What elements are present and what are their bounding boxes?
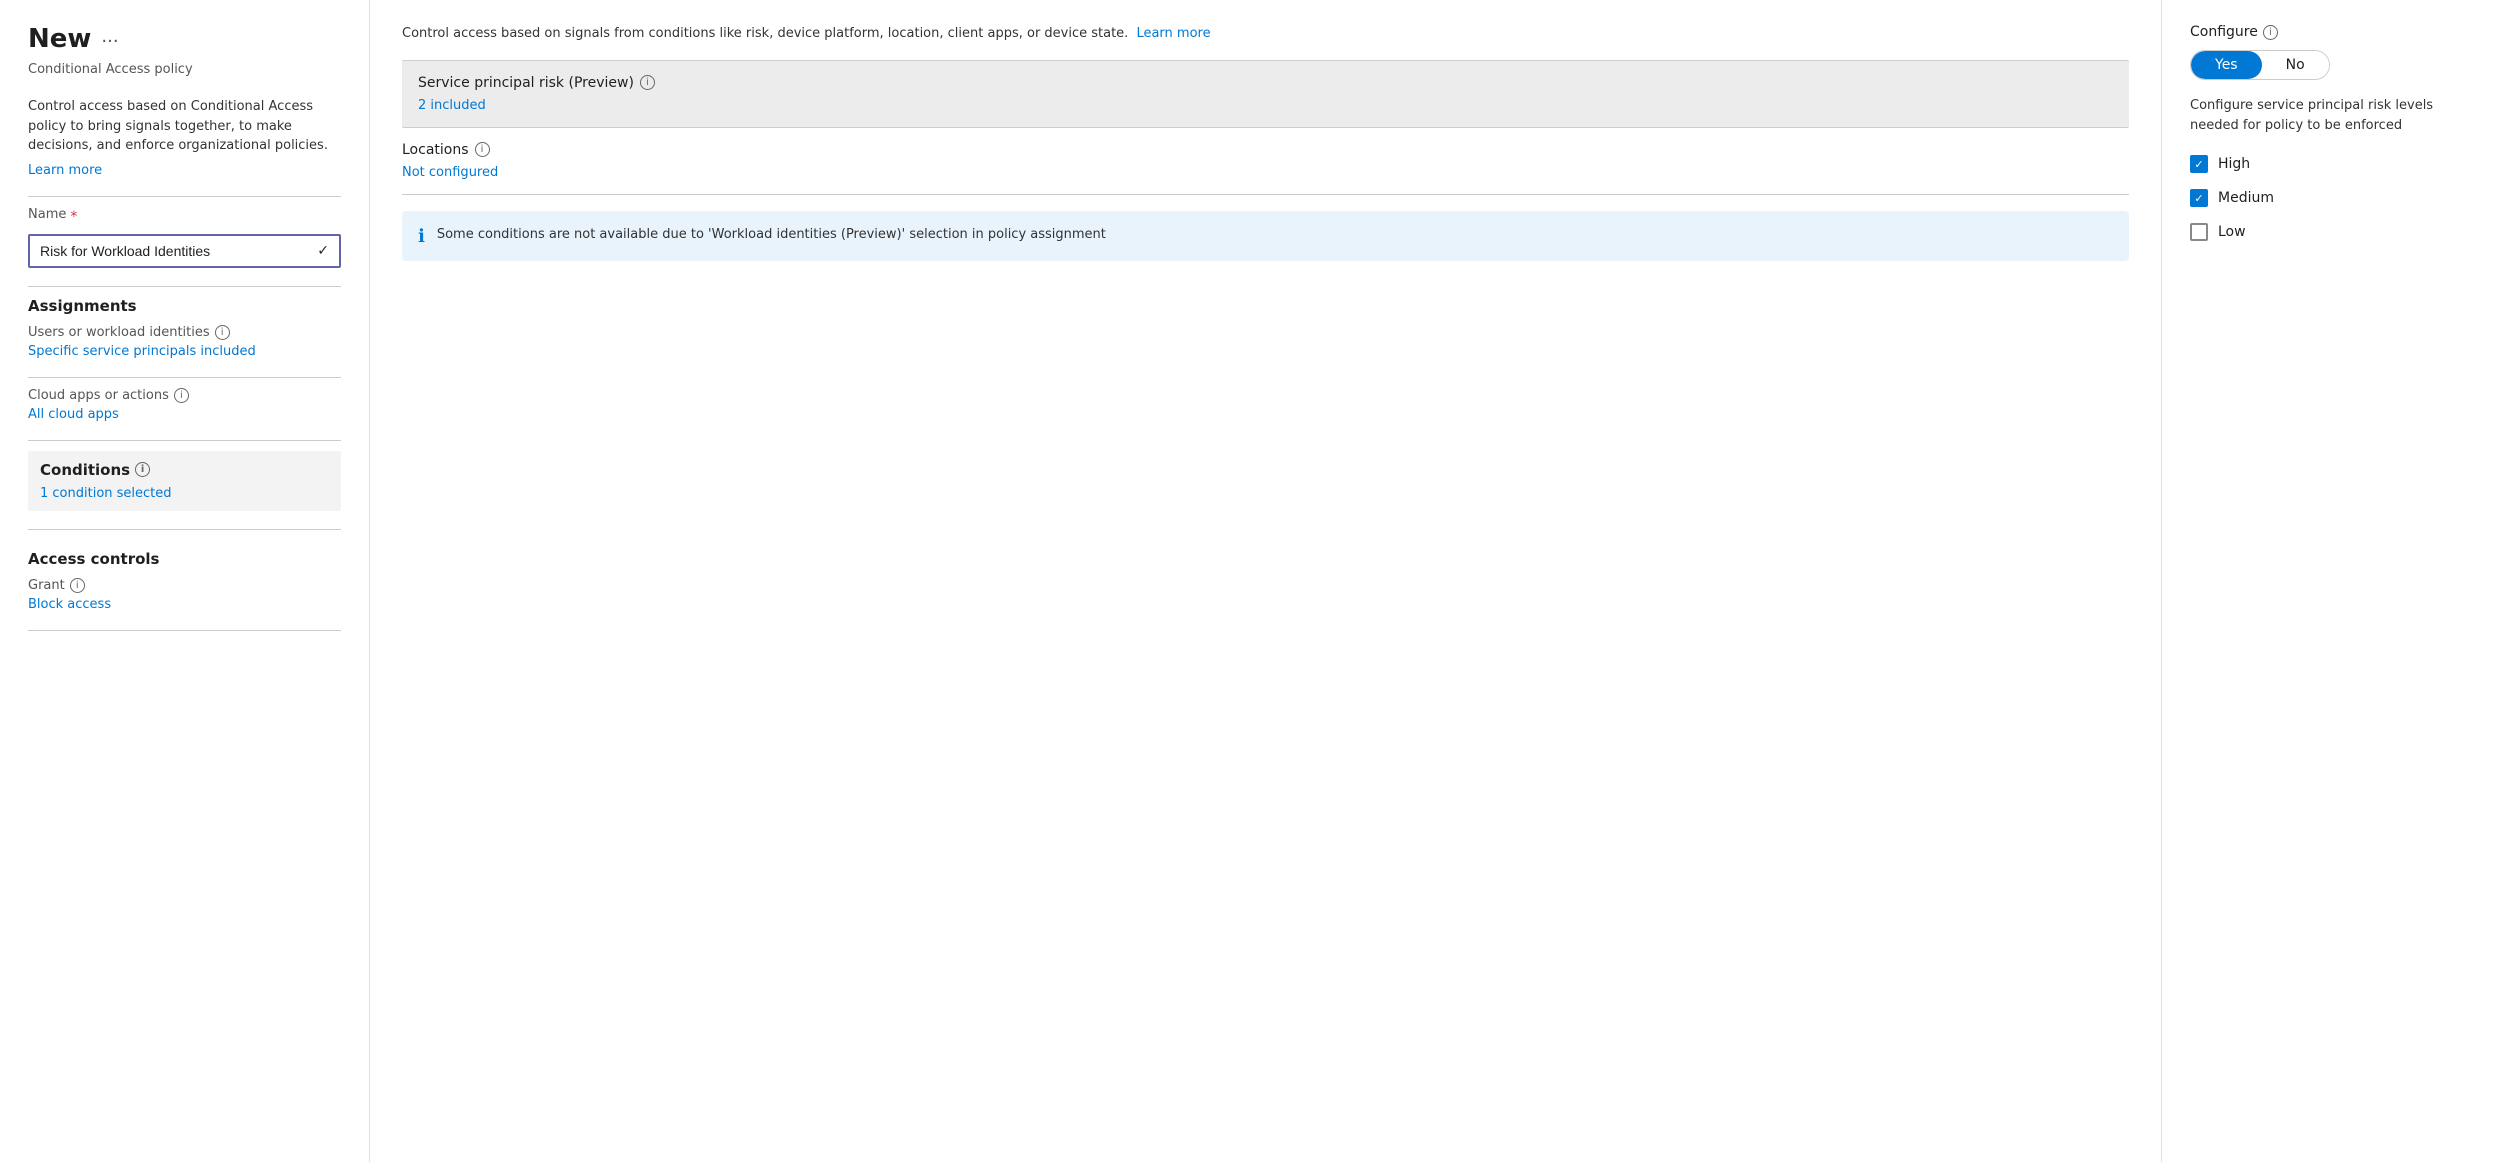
- name-label: Name: [28, 207, 66, 222]
- left-learn-more-link[interactable]: Learn more: [28, 163, 102, 178]
- configure-info-icon[interactable]: i: [2263, 25, 2278, 40]
- cloud-apps-label: Cloud apps or actions i: [28, 388, 341, 403]
- cloud-apps-info-icon[interactable]: i: [174, 388, 189, 403]
- page-title: New: [28, 24, 91, 54]
- toggle-yes-button[interactable]: Yes: [2191, 51, 2262, 79]
- name-required-star: *: [70, 209, 77, 225]
- low-label: Low: [2218, 224, 2246, 240]
- high-checkbox-row[interactable]: ✓ High: [2190, 155, 2474, 173]
- grant-value-link[interactable]: Block access: [28, 597, 341, 612]
- middle-learn-more-link[interactable]: Learn more: [1136, 26, 1210, 41]
- risk-level-checkboxes: ✓ High ✓ Medium ✓ Low: [2190, 155, 2474, 241]
- conditions-value: 1 condition selected: [40, 486, 172, 501]
- service-principal-risk-value[interactable]: 2 included: [418, 98, 486, 113]
- assignments-label: Assignments: [28, 297, 341, 315]
- high-checkbox-check: ✓: [2194, 158, 2203, 171]
- low-checkbox[interactable]: ✓: [2190, 223, 2208, 241]
- locations-info-icon[interactable]: i: [475, 142, 490, 157]
- check-icon: ✓: [317, 243, 329, 259]
- middle-panel: Control access based on signals from con…: [370, 0, 2162, 1162]
- users-info-icon[interactable]: i: [215, 325, 230, 340]
- medium-checkbox-check: ✓: [2194, 192, 2203, 205]
- page-options-icon[interactable]: ···: [101, 31, 118, 52]
- medium-checkbox[interactable]: ✓: [2190, 189, 2208, 207]
- configure-label-text: Configure: [2190, 24, 2258, 40]
- service-principal-risk-label: Service principal risk (Preview): [418, 75, 634, 91]
- conditions-label: Conditions: [40, 461, 130, 479]
- access-controls-label: Access controls: [28, 550, 341, 568]
- locations-label: Locations: [402, 142, 469, 158]
- right-panel: Configure i Yes No Configure service pri…: [2162, 0, 2502, 1162]
- configure-description: Configure service principal risk levels …: [2190, 96, 2474, 135]
- info-box: ℹ Some conditions are not available due …: [402, 211, 2129, 261]
- high-checkbox[interactable]: ✓: [2190, 155, 2208, 173]
- conditions-section[interactable]: Conditions i 1 condition selected: [28, 451, 341, 511]
- low-checkbox-row[interactable]: ✓ Low: [2190, 223, 2474, 241]
- locations-value[interactable]: Not configured: [402, 165, 498, 180]
- page-subtitle: Conditional Access policy: [28, 62, 341, 77]
- grant-label: Grant i: [28, 578, 341, 593]
- medium-checkbox-row[interactable]: ✓ Medium: [2190, 189, 2474, 207]
- high-label: High: [2218, 156, 2250, 172]
- left-description: Control access based on Conditional Acce…: [28, 97, 341, 156]
- name-input-wrapper[interactable]: ✓: [28, 234, 341, 268]
- configure-toggle-group[interactable]: Yes No: [2190, 50, 2330, 80]
- info-box-text: Some conditions are not available due to…: [437, 225, 1106, 245]
- locations-block[interactable]: Locations i Not configured: [402, 128, 2129, 195]
- cloud-apps-value-link[interactable]: All cloud apps: [28, 407, 341, 422]
- users-value-link[interactable]: Specific service principals included: [28, 344, 341, 359]
- conditions-info-icon[interactable]: i: [135, 462, 150, 477]
- name-input[interactable]: [40, 243, 317, 259]
- middle-description: Control access based on signals from con…: [402, 24, 2129, 44]
- info-box-icon: ℹ: [418, 226, 425, 247]
- service-principal-risk-block[interactable]: Service principal risk (Preview) i 2 inc…: [402, 60, 2129, 128]
- toggle-no-button[interactable]: No: [2262, 51, 2329, 79]
- users-label: Users or workload identities i: [28, 325, 341, 340]
- left-panel: New ··· Conditional Access policy Contro…: [0, 0, 370, 1162]
- service-principal-risk-info-icon[interactable]: i: [640, 75, 655, 90]
- grant-info-icon[interactable]: i: [70, 578, 85, 593]
- medium-label: Medium: [2218, 190, 2274, 206]
